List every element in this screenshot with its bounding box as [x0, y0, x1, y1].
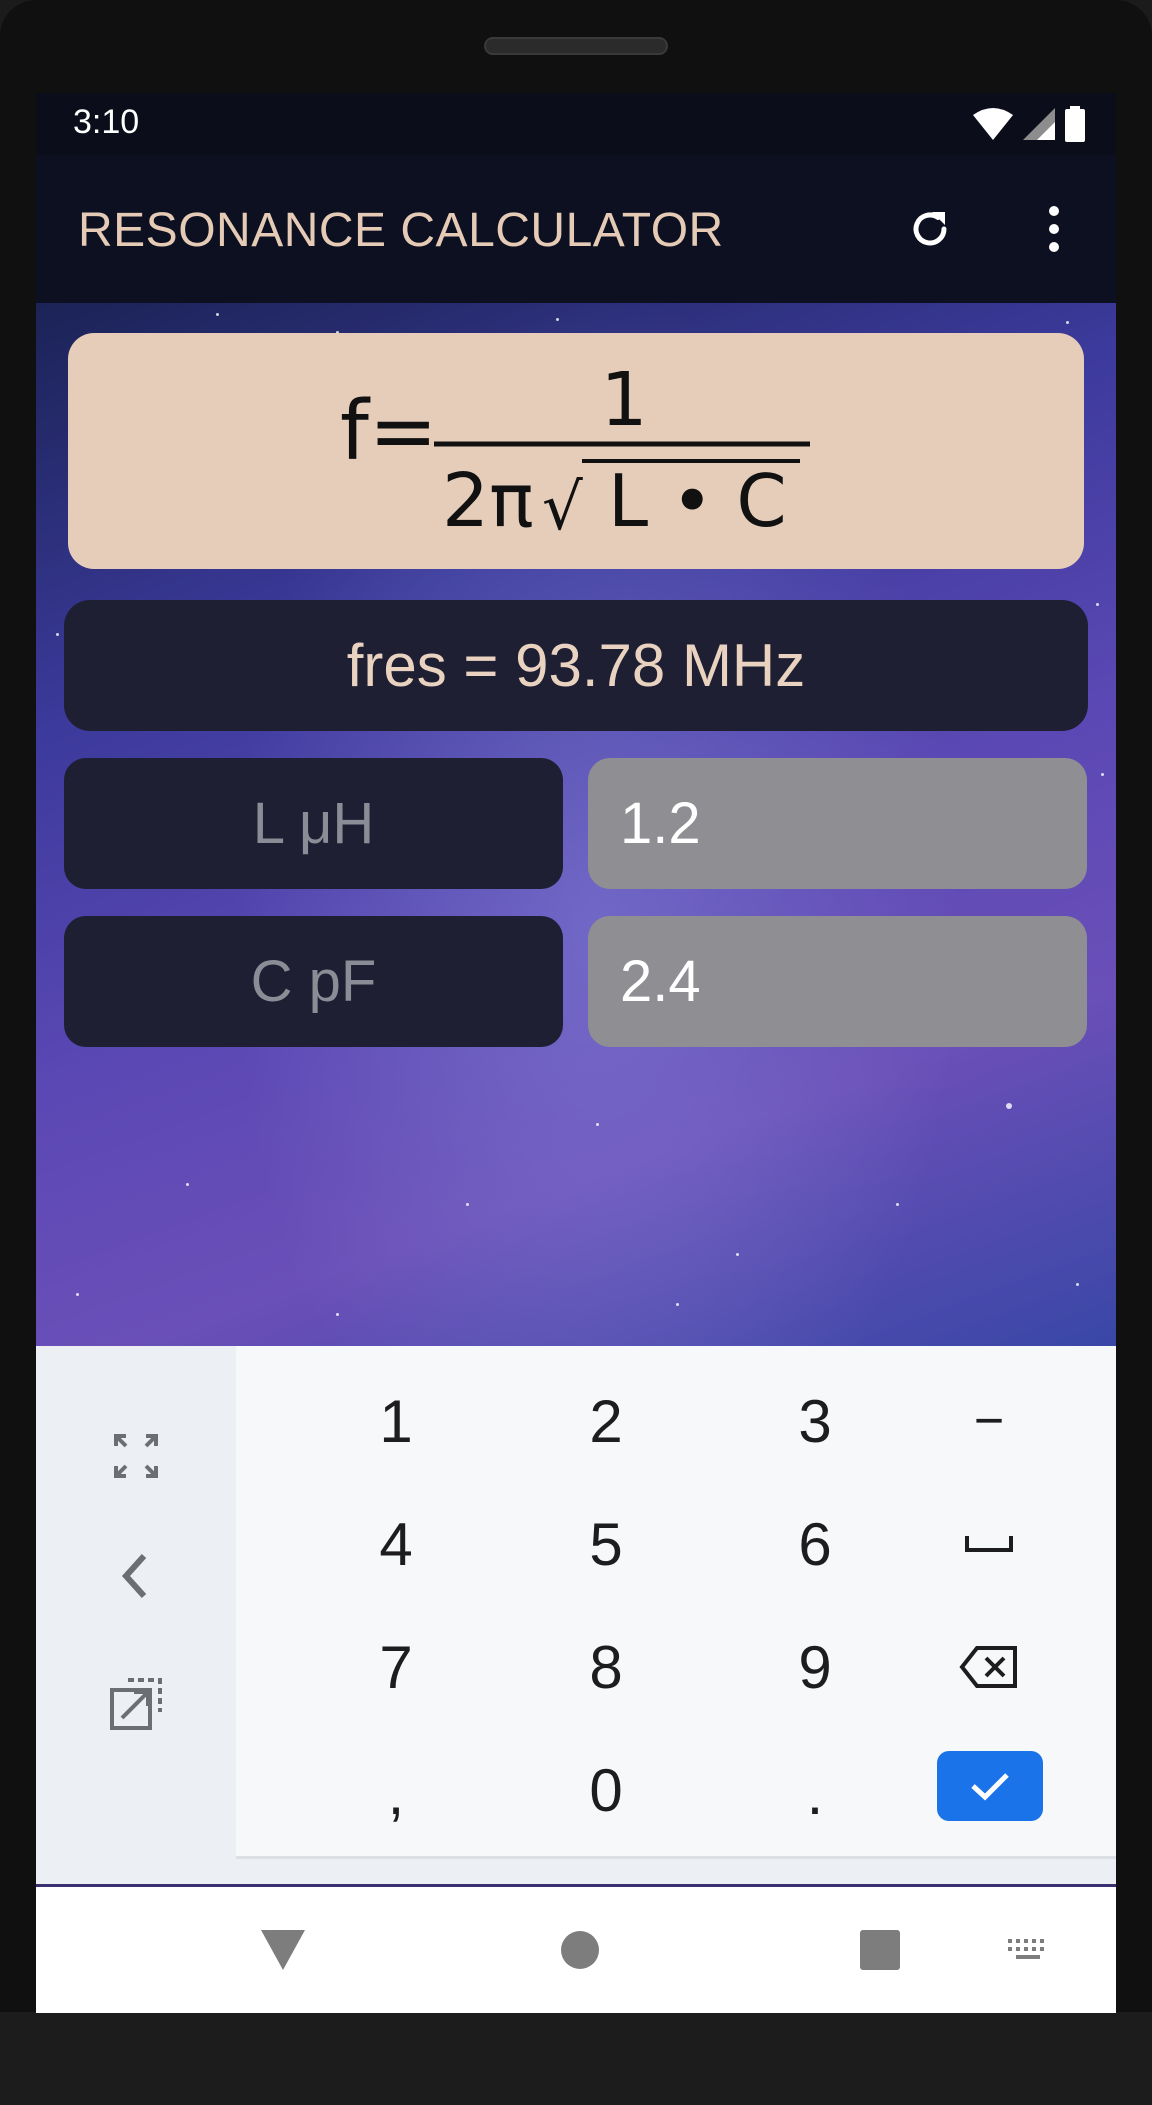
numeric-keyboard: 1 2 3 − 4 5 6 7 8 9 , 0 . — [36, 1346, 1116, 1884]
space-icon — [965, 1536, 1013, 1552]
keyboard-side-panel — [36, 1346, 236, 1884]
popout-icon — [110, 1678, 162, 1730]
key-minus[interactable]: − — [884, 1366, 1094, 1476]
capacitance-label: C pF — [64, 916, 563, 1047]
status-icons — [972, 105, 1086, 143]
capacitance-label-text: C pF — [250, 949, 377, 1014]
back-chevron-icon — [121, 1553, 147, 1599]
key-comma[interactable]: , — [291, 1738, 501, 1848]
formula-lhs: f= — [340, 384, 438, 479]
capacitance-value: 2.4 — [620, 949, 701, 1014]
recents-square-icon — [860, 1930, 900, 1970]
key-4[interactable]: 4 — [291, 1489, 501, 1599]
nav-home-button[interactable] — [550, 1925, 610, 1975]
back-triangle-icon — [261, 1930, 305, 1970]
key-8[interactable]: 8 — [501, 1612, 711, 1722]
formula-radicand: L • C — [608, 459, 787, 543]
backspace-icon — [959, 1646, 1017, 1688]
formula-2pi: 2π — [442, 458, 534, 544]
formula-radical: √ — [542, 471, 583, 545]
screen: 3:10 RESONANCE CALCULATOR f= 1 2π √ L • … — [36, 93, 1116, 2013]
key-backspace[interactable] — [884, 1612, 1094, 1722]
key-1[interactable]: 1 — [291, 1366, 501, 1476]
app-bar: RESONANCE CALCULATOR — [36, 155, 1116, 303]
refresh-icon[interactable] — [902, 201, 958, 257]
inductance-value: 1.2 — [620, 791, 701, 856]
inductance-label-text: L μH — [252, 791, 375, 856]
signal-icon — [1023, 108, 1055, 140]
back-key[interactable] — [96, 1536, 176, 1616]
key-0[interactable]: 0 — [501, 1735, 711, 1845]
keyboard-icon — [1008, 1939, 1044, 1959]
result-display: fres = 93.78 MHz — [64, 600, 1088, 731]
app-title: RESONANCE CALCULATOR — [78, 204, 724, 257]
key-5[interactable]: 5 — [501, 1489, 711, 1599]
popout-key[interactable] — [96, 1664, 176, 1744]
key-2[interactable]: 2 — [501, 1366, 711, 1476]
home-circle-icon — [561, 1931, 599, 1969]
resonance-formula: f= 1 2π √ L • C — [340, 357, 810, 545]
key-period[interactable]: . — [710, 1738, 920, 1848]
status-bar: 3:10 — [36, 93, 1116, 155]
expand-key[interactable] — [96, 1416, 176, 1496]
nav-recents-button[interactable] — [850, 1925, 910, 1975]
key-7[interactable]: 7 — [291, 1612, 501, 1722]
inductance-input[interactable]: 1.2 — [588, 758, 1087, 889]
more-options-icon[interactable] — [1026, 201, 1082, 257]
speaker-grille — [484, 37, 668, 55]
status-time: 3:10 — [73, 103, 140, 141]
nav-back-button[interactable] — [253, 1925, 313, 1975]
device-bezel-bottom — [0, 2012, 1152, 2105]
result-text: fres = 93.78 MHz — [346, 632, 806, 699]
inductance-label: L μH — [64, 758, 563, 889]
navigation-bar — [36, 1887, 1116, 2013]
nav-keyboard-button[interactable] — [998, 1925, 1058, 1975]
keyboard-keys: 1 2 3 − 4 5 6 7 8 9 , 0 . — [236, 1346, 1116, 1859]
check-icon — [971, 1773, 1009, 1801]
capacitance-input[interactable]: 2.4 — [588, 916, 1087, 1047]
wifi-icon — [973, 108, 1013, 140]
formula-numerator: 1 — [600, 357, 647, 443]
battery-icon — [1065, 106, 1085, 142]
expand-icon — [114, 1434, 158, 1478]
formula-card: f= 1 2π √ L • C — [68, 333, 1084, 569]
key-space[interactable] — [884, 1489, 1094, 1599]
enter-button[interactable] — [937, 1751, 1043, 1821]
